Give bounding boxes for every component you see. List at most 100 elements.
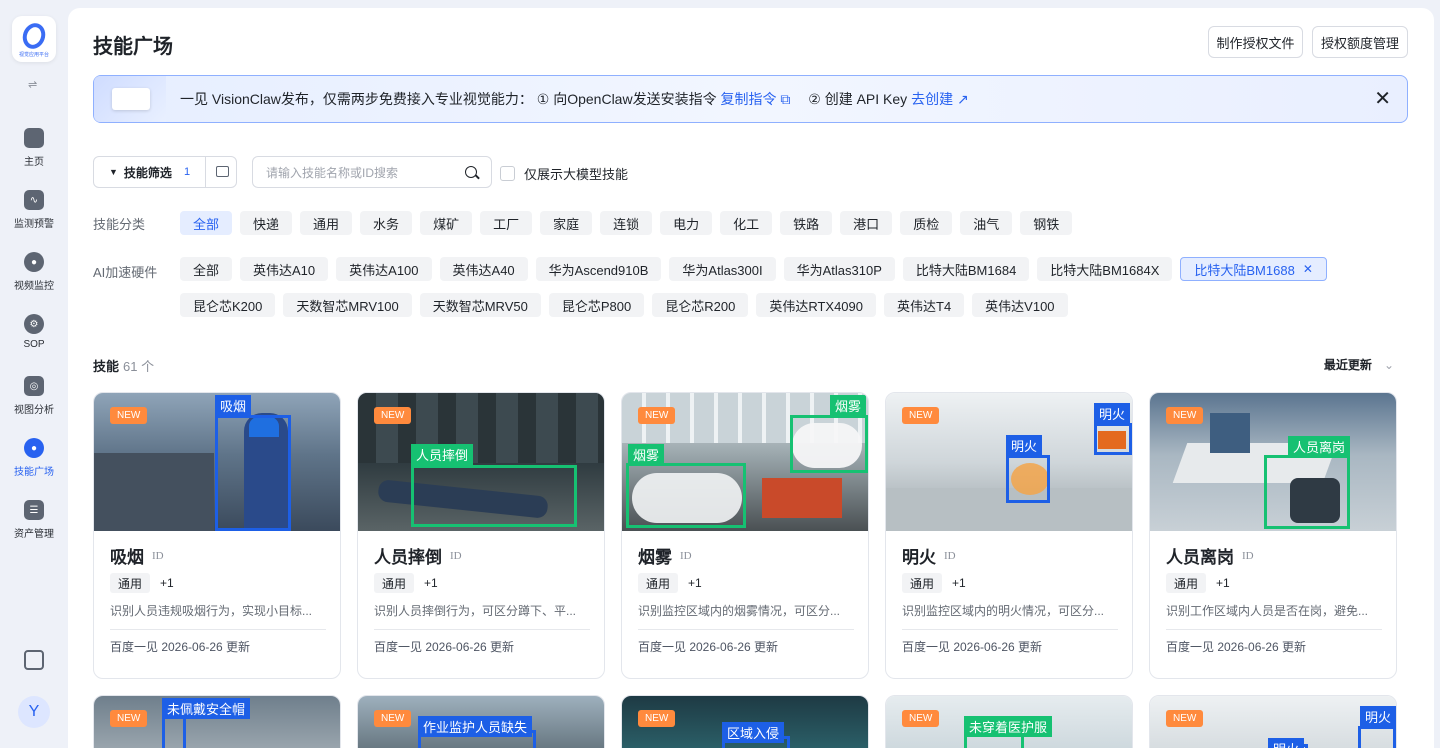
category-chip[interactable]: 油气 [960, 211, 1013, 235]
detection-label: 明火 [1360, 706, 1396, 727]
category-chips: 全部 快递 通用 水务 煤矿 工厂 家庭 连锁 电力 化工 铁路 港口 质检 油气 钢铁 [180, 211, 1410, 235]
skill-image: 明火 明火 NEW [886, 393, 1132, 531]
banner-thumbnail [94, 76, 166, 122]
sidebar-item-sop[interactable]: ⚙ SOP [0, 314, 68, 350]
skill-image: 人员离岗 NEW [1150, 393, 1396, 531]
skill-card-no-medical-gown[interactable]: 未穿着医护服 NEW [885, 695, 1133, 748]
category-chip[interactable]: 铁路 [780, 211, 833, 235]
chart-icon: ∿ [24, 190, 44, 210]
more-tags: +1 [688, 576, 702, 590]
category-chip[interactable]: 全部 [180, 211, 233, 235]
quota-management-button[interactable]: 授权额度管理 [1312, 26, 1408, 58]
briefcase-icon[interactable] [216, 166, 229, 177]
skill-card-intrusion[interactable]: 区域入侵 NEW [621, 695, 869, 748]
sidebar-item-image-analysis[interactable]: ◎ 视图分析 [0, 376, 68, 416]
detection-label: 明火 [1094, 403, 1131, 424]
category-chip[interactable]: 工厂 [480, 211, 533, 235]
detection-label: 人员离岗 [1288, 436, 1351, 457]
detection-label: 明火 [1268, 738, 1305, 748]
make-auth-file-button[interactable]: 制作授权文件 [1208, 26, 1303, 58]
new-badge: NEW [374, 407, 412, 424]
hardware-chip[interactable]: 天数智芯MRV100 [283, 293, 412, 317]
skill-meta: 百度一见 2026-06-26 更新 [902, 640, 1043, 654]
hardware-chip[interactable]: 比特大陆BM1684X [1037, 257, 1173, 281]
category-chip[interactable]: 快递 [240, 211, 293, 235]
detection-box [1006, 455, 1050, 503]
category-chip[interactable]: 化工 [720, 211, 773, 235]
skill-card-no-helmet[interactable]: 未佩戴安全帽 NEW [93, 695, 341, 748]
skill-card-off-post[interactable]: 人员离岗 NEW 人员离岗 ID 通用 +1 识别工作区域内人员是否在岗，避免...… [1149, 392, 1397, 679]
new-badge: NEW [374, 710, 412, 727]
search-icon[interactable] [465, 166, 477, 178]
skill-description: 识别工作区域内人员是否在岗，避免... [1166, 604, 1369, 618]
close-icon[interactable]: ✕ [1374, 89, 1391, 109]
hardware-chip[interactable]: 华为Atlas300I [669, 257, 776, 281]
hardware-chip[interactable]: 昆仑芯R200 [652, 293, 749, 317]
category-chip[interactable]: 家庭 [540, 211, 593, 235]
skill-meta: 百度一见 2026-06-26 更新 [638, 640, 779, 654]
app-logo[interactable]: 视觉应用平台 [12, 16, 56, 62]
category-chip[interactable]: 港口 [840, 211, 893, 235]
copy-command-link[interactable]: 复制指令 ⧉ [720, 91, 790, 107]
detection-box [790, 415, 868, 473]
remove-chip-icon[interactable]: ✕ [1303, 262, 1313, 276]
asset-icon: ☰ [24, 500, 44, 520]
avatar[interactable]: Y [18, 696, 50, 728]
sop-icon: ⚙ [24, 314, 44, 334]
sidebar-item-video[interactable]: ● 视频监控 [0, 252, 68, 292]
category-chip[interactable]: 电力 [660, 211, 713, 235]
hardware-chip[interactable]: 全部 [180, 257, 233, 281]
skill-tag: 通用 [1166, 573, 1207, 593]
hardware-chip[interactable]: 华为Ascend910B [535, 257, 662, 281]
category-chip[interactable]: 煤矿 [420, 211, 473, 235]
category-chip[interactable]: 通用 [300, 211, 353, 235]
hardware-chip[interactable]: 比特大陆BM1688 ✕ [1180, 257, 1327, 281]
search-input[interactable]: 请输入技能名称或ID搜索 [252, 156, 492, 188]
new-badge: NEW [902, 710, 940, 727]
detection-label: 明火 [1006, 435, 1043, 456]
hardware-chip[interactable]: 英伟达A100 [336, 257, 432, 281]
sidebar-item-skills[interactable]: ● 技能广场 [0, 438, 68, 478]
category-chip[interactable]: 钢铁 [1020, 211, 1073, 235]
hardware-chip[interactable]: 英伟达RTX4090 [756, 293, 876, 317]
banner-message: 一见 VisionClaw发布，仅需两步免费接入专业视觉能力： ① 向OpenC… [180, 91, 717, 107]
skill-description: 识别监控区域内的烟雾情况，可区分... [638, 604, 841, 618]
new-badge: NEW [638, 407, 676, 424]
llm-only-checkbox[interactable]: 仅展示大模型技能 [500, 164, 628, 183]
skill-card-smoking[interactable]: 吸烟 NEW 吸烟 ID 通用 +1 识别人员违规吸烟行为，实现小目标... 百度一… [93, 392, 341, 679]
category-chip[interactable]: 水务 [360, 211, 413, 235]
hardware-chip[interactable]: 英伟达A40 [439, 257, 528, 281]
checkbox-box[interactable] [500, 166, 515, 181]
category-chip[interactable]: 质检 [900, 211, 953, 235]
skill-card-smoke[interactable]: 烟雾 烟雾 NEW 烟雾 ID 通用 +1 识别监控区域内的烟雾情况，可区分... … [621, 392, 869, 679]
skill-card-open-fire[interactable]: 明火 明火 NEW 明火 ID 通用 +1 识别监控区域内的明火情况，可区分... … [885, 392, 1133, 679]
detection-label: 未穿着医护服 [964, 716, 1053, 737]
skill-filter-button[interactable]: ▼ 技能筛选 1 [93, 156, 237, 188]
hardware-chip[interactable]: 华为Atlas310P [783, 257, 895, 281]
skill-card-fall[interactable]: 人员摔倒 NEW 人员摔倒 ID 通用 +1 识别人员摔倒行为，可区分蹲下、平...… [357, 392, 605, 679]
skill-card-open-fire-2[interactable]: 明火 明火 NEW [1149, 695, 1397, 748]
hardware-chip[interactable]: 昆仑芯K200 [180, 293, 276, 317]
skills-icon: ● [24, 438, 44, 458]
home-icon [24, 128, 44, 148]
sidebar-item-assets[interactable]: ☰ 资产管理 [0, 500, 68, 540]
sidebar-item-label: 视图分析 [14, 405, 54, 416]
hardware-chip[interactable]: 昆仑芯P800 [548, 293, 645, 317]
skill-tag: 通用 [374, 573, 415, 593]
skill-image: 作业监护人员缺失 NEW [358, 696, 604, 748]
category-chip[interactable]: 连锁 [600, 211, 653, 235]
hardware-chip[interactable]: 比特大陆BM1684 [902, 257, 1030, 281]
create-api-key-link[interactable]: 去创建 ↗ [911, 91, 969, 107]
collapse-icon[interactable]: ⇌ [28, 78, 37, 91]
sort-dropdown[interactable]: 最近更新 ⌄ [1324, 356, 1394, 373]
hardware-chip[interactable]: 英伟达V100 [972, 293, 1068, 317]
sidebar-item-home[interactable]: 主页 [0, 128, 68, 168]
detection-label: 区域入侵 [722, 722, 785, 743]
more-tags: +1 [424, 576, 438, 590]
hardware-chip[interactable]: 英伟达A10 [240, 257, 329, 281]
settings-icon[interactable] [24, 650, 44, 670]
skill-card-no-supervisor[interactable]: 作业监护人员缺失 NEW [357, 695, 605, 748]
hardware-chip[interactable]: 天数智芯MRV50 [419, 293, 541, 317]
hardware-chip[interactable]: 英伟达T4 [884, 293, 965, 317]
sidebar-item-monitoring[interactable]: ∿ 监测预警 [0, 190, 68, 230]
